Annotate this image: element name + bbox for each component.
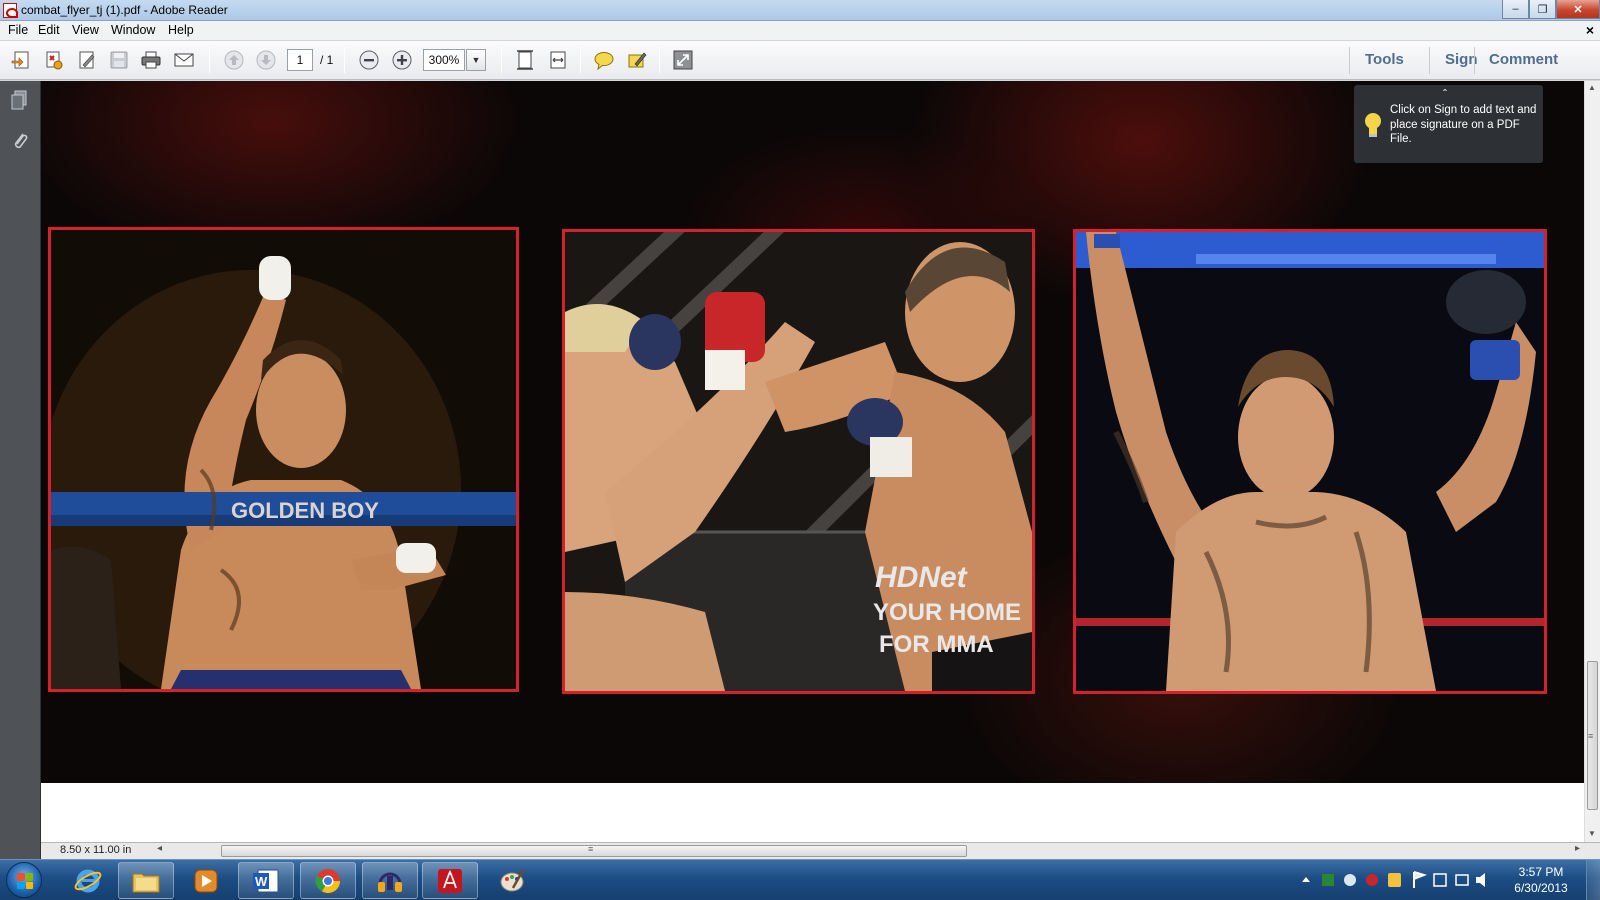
page-number-input[interactable]: 1 [287,49,313,71]
prev-page-icon[interactable] [222,48,246,72]
toolbar-separator [580,47,581,73]
restore-button[interactable]: ❐ [1529,0,1556,19]
combine-icon[interactable] [42,48,66,72]
create-icon[interactable] [9,48,33,72]
scroll-right-arrow[interactable]: ▸ [1575,843,1580,854]
close-button[interactable]: ✕ [1556,0,1600,19]
audio-app-icon[interactable] [362,862,418,899]
pages-icon[interactable] [9,88,31,112]
next-page-icon[interactable] [254,48,278,72]
horizontal-scroll-grip: ≡ [588,844,594,854]
show-desktop-button[interactable] [1586,860,1600,900]
system-tray [1300,860,1490,900]
file-explorer-icon[interactable] [118,862,174,899]
menu-bar: File Edit View Window Help × [0,21,1600,41]
cage-sign-text-2: YOUR HOME [873,599,1021,626]
fighter-photo-2: HDNet YOUR HOME FOR MMA [562,229,1035,694]
fighter-photo-3 [1073,229,1547,694]
minimize-button[interactable]: – [1502,0,1529,19]
zoom-out-icon[interactable] [357,48,381,72]
toolbar-separator [209,47,210,73]
print-icon[interactable] [139,48,163,72]
adobe-reader-taskbar-icon[interactable] [422,862,478,899]
ring-banner-text: GOLDEN BOY [231,498,379,523]
document-viewport[interactable]: GOLDEN BOY HDNet YOUR HOME FOR MMA [41,81,1584,842]
menu-edit[interactable]: Edit [38,23,60,37]
menu-file[interactable]: File [8,23,28,37]
toolbar: 1 / 1 300% ▼ Tools Sign Comment [0,41,1600,80]
fighter-photo-1: GOLDEN BOY [48,227,519,692]
sign-tooltip: ˆ Click on Sign to add text and place si… [1354,85,1543,163]
vertical-scrollbar[interactable]: ▲ ≡ ▼ [1584,81,1600,842]
fit-width-icon[interactable] [546,48,570,72]
tab-sign[interactable]: Sign [1445,51,1478,68]
menu-help[interactable]: Help [168,23,194,37]
google-chrome-icon[interactable] [300,862,356,899]
scroll-down-arrow[interactable]: ▼ [1588,829,1596,838]
menu-window[interactable]: Window [111,23,155,37]
toolbar-separator [344,47,345,73]
title-bar: combat_flyer_tj (1).pdf - Adobe Reader –… [0,0,1600,21]
svg-text:W: W [255,874,268,889]
toolbar-separator [1349,47,1350,74]
tab-comment[interactable]: Comment [1489,51,1558,68]
fullscreen-icon[interactable] [671,48,695,72]
scroll-up-arrow[interactable]: ▲ [1588,83,1596,92]
page-total: / 1 [320,53,334,67]
horizontal-scroll-thumb[interactable]: ≡ [221,844,967,857]
highlight-icon[interactable] [625,48,649,72]
taskbar: W 3:57 PM 6/30/2013 [0,859,1600,900]
clock-date: 6/30/2013 [1514,881,1568,895]
fit-page-icon[interactable] [513,48,537,72]
tooltip-message: Click on Sign to add text and place sign… [1390,104,1537,145]
window-controls: – ❐ ✕ [1502,0,1600,19]
windows-logo-icon [17,873,33,889]
attachment-icon[interactable] [9,129,31,153]
document-close-button[interactable]: × [1586,22,1594,38]
scroll-left-arrow[interactable]: ◂ [157,843,162,854]
save-icon[interactable] [107,48,131,72]
comment-icon[interactable] [592,48,616,72]
edit-icon[interactable] [75,48,99,72]
tooltip-collapse-caret[interactable]: ˆ [1443,87,1447,101]
toolbar-separator [1429,47,1430,74]
clock-time: 3:57 PM [1518,865,1564,879]
toolbar-separator [1474,47,1475,74]
zoom-dropdown-button[interactable]: ▼ [466,49,486,71]
media-player-icon[interactable] [178,862,234,899]
email-icon[interactable] [172,48,196,72]
lightbulb-icon [1363,111,1383,142]
adobe-reader-icon [3,3,18,18]
cage-sign-text-1: HDNet [875,561,969,594]
microsoft-word-icon[interactable]: W [238,862,294,899]
status-bar: 8.50 x 11.00 in ◂ ≡ ▸ [41,842,1600,859]
paint-icon[interactable] [484,862,540,899]
toolbar-separator [501,47,502,73]
tab-tools[interactable]: Tools [1365,51,1404,68]
window-title: combat_flyer_tj (1).pdf - Adobe Reader [21,3,228,17]
taskbar-clock[interactable]: 3:57 PM 6/30/2013 [1506,864,1576,896]
toolbar-separator [659,47,660,73]
start-button[interactable] [6,862,42,898]
pdf-page: GOLDEN BOY HDNet YOUR HOME FOR MMA [41,81,1584,783]
menu-view[interactable]: View [72,23,99,37]
navigation-pane [0,81,41,859]
vertical-scroll-grip: ≡ [1588,731,1594,741]
zoom-level-input[interactable]: 300% [423,49,465,71]
cage-sign-text-3: FOR MMA [879,631,994,658]
zoom-in-icon[interactable] [390,48,414,72]
internet-explorer-icon[interactable] [60,862,116,899]
page-size-label: 8.50 x 11.00 in [60,844,132,856]
